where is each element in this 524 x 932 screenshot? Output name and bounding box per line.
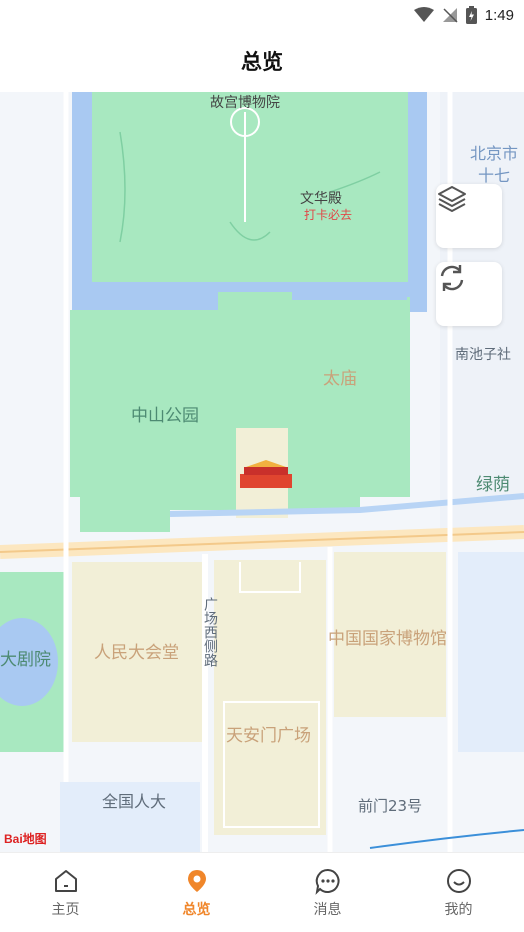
location-pin-icon (187, 870, 206, 892)
map-label-grand-theatre[interactable]: 大剧院 (0, 645, 51, 670)
tab-messages[interactable]: 消息 (262, 853, 393, 932)
home-icon (54, 870, 77, 892)
map-label-npc: 全国人大 (102, 792, 167, 811)
tab-overview[interactable]: 总览 (131, 853, 262, 932)
map-label-beijing-city: 北京市 (470, 144, 519, 163)
map-label-taimiao[interactable]: 太庙 (323, 364, 357, 389)
map-view[interactable]: 故宫博物院 北京市 十七 文华殿 打卡必去 南池子社 太庙 中山公园 绿荫 大剧… (0, 92, 524, 852)
map-label-guangchang-west-road: 广场西侧路 (202, 597, 218, 667)
tab-overview-label: 总览 (182, 902, 211, 918)
page-title: 总览 (241, 50, 283, 74)
tab-home[interactable]: 主页 (0, 853, 131, 932)
map-label-nanchizi: 南池子社 (455, 347, 511, 363)
smile-icon (446, 869, 471, 893)
header: 总览 (0, 30, 524, 92)
map-label-tiananmen-square[interactable]: 天安门广场 (226, 721, 311, 746)
no-signal-icon (442, 8, 458, 23)
tab-profile[interactable]: 我的 (393, 853, 524, 932)
map-label-national-museum[interactable]: 中国国家博物馆 (328, 624, 447, 649)
layers-icon (438, 186, 466, 212)
map-label-seventeen: 十七 (478, 166, 511, 185)
chat-icon (315, 868, 340, 895)
map-label-palace-museum[interactable]: 故宫博物院 (210, 92, 280, 112)
refresh-icon (440, 265, 464, 291)
map-label-must-visit: 打卡必去 (304, 208, 353, 222)
tab-home-label: 主页 (51, 902, 80, 918)
status-icons: 1:49 (413, 5, 514, 25)
tab-messages-label: 消息 (313, 902, 342, 918)
tab-profile-label: 我的 (444, 902, 473, 918)
map-label-zhongshan-park[interactable]: 中山公园 (131, 401, 199, 426)
map-label-qianmen23: 前门23号 (358, 797, 423, 815)
map-label-lvyin: 绿荫 (476, 475, 510, 495)
refresh-button[interactable] (436, 262, 502, 326)
layers-button[interactable] (436, 184, 502, 248)
status-time: 1:49 (484, 6, 514, 24)
baidu-map-logo: Bai地图 (4, 832, 47, 846)
map-label-great-hall[interactable]: 人民大会堂 (94, 638, 179, 663)
wifi-icon (413, 7, 434, 22)
status-bar: 1:49 (0, 0, 524, 30)
bottom-tab-bar: 主页 总览 消息 我的 (0, 852, 524, 932)
map-label-wenhua-hall[interactable]: 文华殿 (300, 188, 342, 208)
battery-icon (465, 6, 477, 24)
